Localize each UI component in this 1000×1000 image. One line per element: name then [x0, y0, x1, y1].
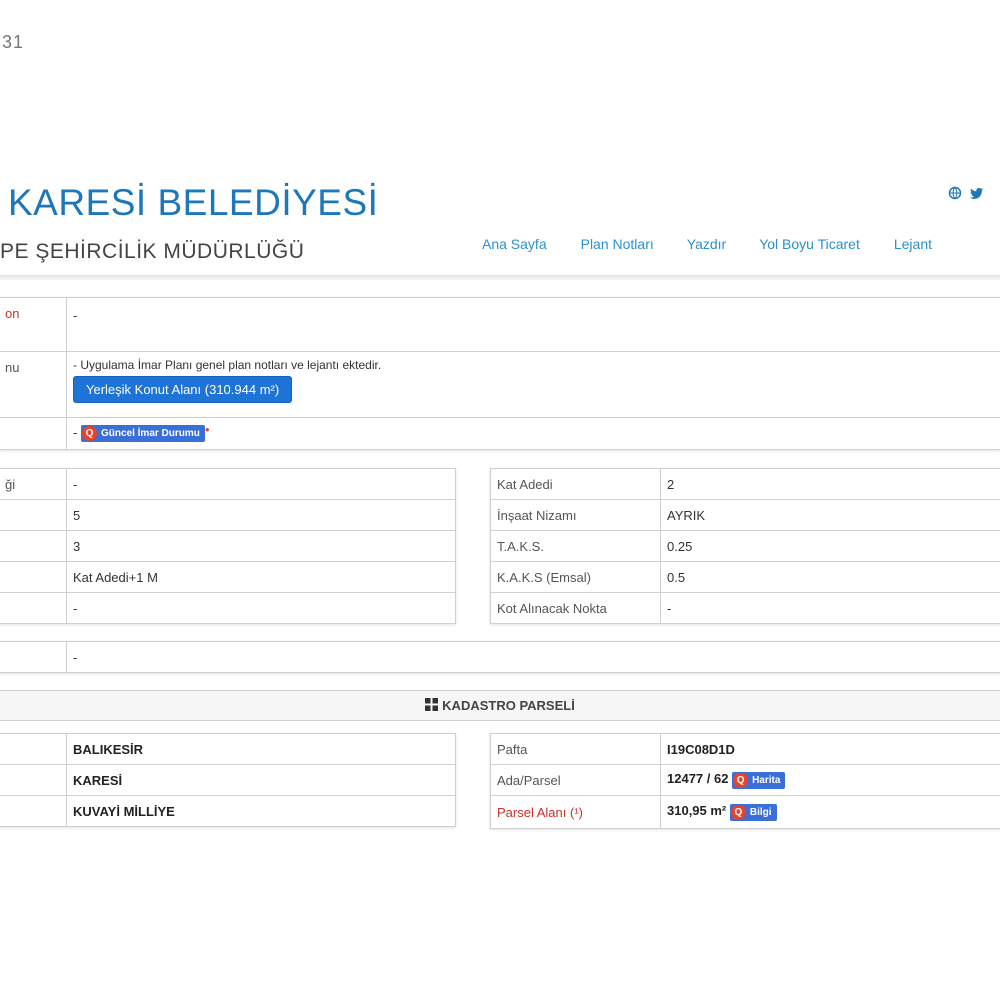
twitter-icon[interactable]: [970, 186, 984, 200]
notice-mark-icon: ●: [204, 424, 210, 434]
pafta-value: I19C08D1D: [660, 733, 1000, 765]
right-attr-label-3: T.A.K.S.: [490, 530, 661, 562]
left-attr-label-5: [0, 592, 67, 624]
zoning-value-3-prefix: -: [73, 424, 78, 440]
right-attr-value-1: 2: [660, 468, 1000, 500]
zoning-label-1: on: [0, 297, 67, 352]
right-attr-label-4: K.A.K.S (Emsal): [490, 561, 661, 593]
right-attr-value-4: 0.5: [660, 561, 1000, 593]
left-attr-value-4: Kat Adedi+1 M: [66, 561, 456, 593]
search-icon: Q: [733, 772, 749, 788]
search-icon: Q: [81, 426, 97, 442]
left-attr-table: ği - 5 3 Kat Adedi+1 M -: [0, 468, 456, 624]
nav-print[interactable]: Yazdır: [687, 236, 726, 252]
parcel-info-table: Pafta I19C08D1D Ada/Parsel 12477 / 62 QH…: [490, 733, 1000, 829]
parcel-area-cell: 310,95 m² Q Bilgi: [660, 795, 1000, 829]
right-attr-label-2: İnşaat Nizamı: [490, 499, 661, 531]
plan-note-text: - Uygulama İmar Planı genel plan notları…: [73, 358, 382, 372]
right-attr-label-5: Kot Alınacak Nokta: [490, 592, 661, 624]
ada-parsel-value: 12477 / 62: [667, 771, 729, 787]
parcel-loc-value-3: KUVAYİ MİLLİYE: [66, 795, 456, 827]
zoning-label-2: nu: [0, 351, 67, 418]
right-attr-label-1: Kat Adedi: [490, 468, 661, 500]
right-attr-value-5: -: [660, 592, 1000, 624]
info-button[interactable]: Q Bilgi: [729, 803, 777, 821]
left-attr-value-1: -: [66, 468, 456, 500]
nav-plan-notes[interactable]: Plan Notları: [581, 236, 654, 252]
zoning-value-3: - Q Güncel İmar Durumu ●: [66, 417, 1000, 450]
map-button[interactable]: Q Harita: [732, 771, 786, 789]
zoning-table: on - nu - Uygulama İmar Planı genel plan…: [0, 297, 1000, 450]
map-button-label: Harita: [752, 774, 781, 786]
left-attr-value-5: -: [66, 592, 456, 624]
header-divider: [0, 275, 1000, 280]
pafta-label: Pafta: [490, 733, 661, 765]
parcel-loc-value-1: BALIKESİR: [66, 733, 456, 765]
left-attr-label-3: [0, 530, 67, 562]
right-attr-table: Kat Adedi 2 İnşaat Nizamı AYRIK T.A.K.S. 0.…: [490, 468, 1000, 624]
right-attr-value-2: AYRIK: [660, 499, 1000, 531]
extra-row-table: -: [0, 641, 1000, 673]
extra-row-label: [0, 641, 67, 673]
zoning-value-1: -: [66, 297, 1000, 352]
zoning-label-3: [0, 417, 67, 450]
left-attr-label-4: [0, 561, 67, 593]
nav-legend[interactable]: Lejant: [894, 236, 932, 252]
nav-road-commerce[interactable]: Yol Boyu Ticaret: [759, 236, 860, 252]
nav-home[interactable]: Ana Sayfa: [482, 236, 547, 252]
social-links: [948, 186, 984, 200]
corner-text: 31: [2, 32, 25, 52]
current-zoning-button[interactable]: Q Güncel İmar Durumu: [80, 425, 205, 443]
left-attr-label-1: ği: [0, 468, 67, 500]
grid-icon: [425, 698, 439, 711]
residential-area-button[interactable]: Yerleşik Konut Alanı (310.944 m²): [73, 376, 293, 403]
globe-icon[interactable]: [948, 186, 962, 200]
left-attr-value-2: 5: [66, 499, 456, 531]
kadastro-header: KADASTRO PARSELİ: [0, 690, 1000, 721]
kadastro-title: KADASTRO PARSELİ: [442, 698, 575, 713]
site-header: KARESİ BELEDİYESİ PE ŞEHİRCİLİK MÜDÜRLÜĞ…: [0, 160, 1000, 278]
info-button-label: Bilgi: [749, 806, 772, 818]
zoning-value-2: - Uygulama İmar Planı genel plan notları…: [66, 351, 1000, 418]
parcel-loc-label-2: [0, 764, 67, 796]
parcel-loc-value-2: KARESİ: [66, 764, 456, 796]
current-zoning-label: Güncel İmar Durumu: [100, 428, 200, 440]
parcel-loc-label-3: [0, 795, 67, 827]
ada-parsel-label: Ada/Parsel: [490, 764, 661, 796]
right-attr-value-3: 0.25: [660, 530, 1000, 562]
ada-parsel-cell: 12477 / 62 Q Harita: [660, 764, 1000, 796]
extra-row-value: -: [66, 641, 1000, 673]
search-icon: Q: [730, 804, 746, 820]
parcel-area-label: Parsel Alanı (¹): [490, 795, 661, 829]
left-attr-value-3: 3: [66, 530, 456, 562]
left-attr-label-2: [0, 499, 67, 531]
parcel-loc-label-1: [0, 733, 67, 765]
site-title: KARESİ BELEDİYESİ: [8, 182, 379, 223]
main-nav: Ana Sayfa Plan Notları Yazdır Yol Boyu T…: [482, 236, 932, 252]
parcel-location-table: BALIKESİR KARESİ KUVAYİ MİLLİYE: [0, 733, 456, 827]
parcel-area-value: 310,95 m²: [667, 803, 727, 819]
site-subtitle: PE ŞEHİRCİLİK MÜDÜRLÜĞÜ: [0, 240, 305, 263]
